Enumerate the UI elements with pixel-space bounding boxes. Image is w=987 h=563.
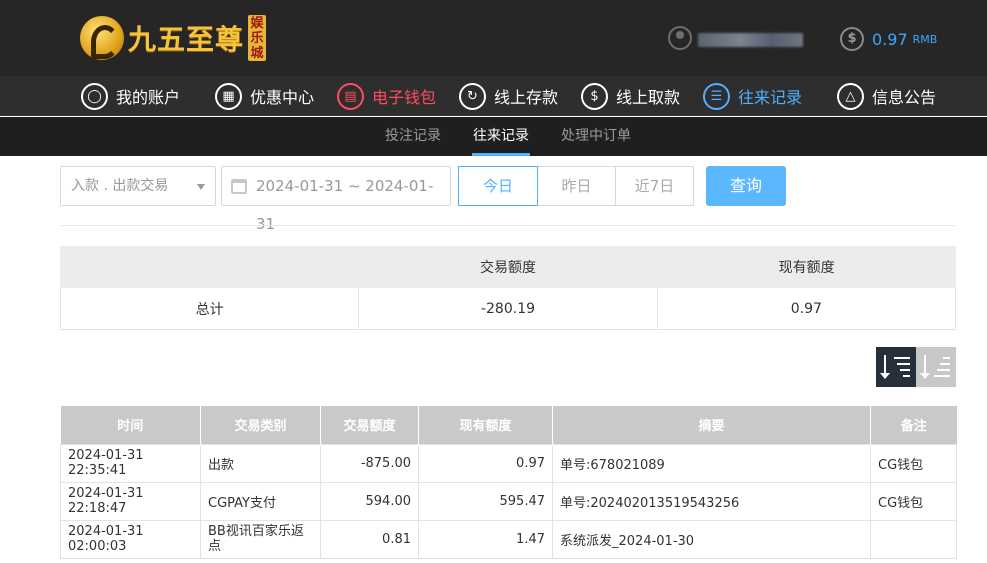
caret-down-icon	[197, 184, 205, 190]
top-header: 九五至尊 娱乐城 $ 0.97 RMB	[0, 0, 987, 76]
cell-type: BB视讯百家乐返点	[200, 519, 321, 559]
cell-amount: 594.00	[320, 481, 419, 521]
summary-total-row: 总计 -280.19 0.97	[60, 288, 956, 330]
sort-ascending-button[interactable]	[916, 347, 956, 387]
user-avatar-icon	[668, 26, 692, 50]
cell-time: 2024-01-31 22:18:47	[60, 481, 201, 521]
cell-balance: 595.47	[418, 481, 553, 521]
username-redacted	[698, 33, 803, 47]
cell-type: 出款	[200, 443, 321, 483]
balance-display: $ 0.97 RMB	[840, 27, 937, 51]
cell-remark	[870, 519, 957, 559]
nav-label: 信息公告	[872, 88, 937, 107]
dollar-coin-icon: $	[840, 27, 864, 51]
user-info[interactable]	[668, 26, 808, 52]
withdraw-icon: $	[581, 82, 608, 110]
cell-remark: CG钱包	[870, 481, 957, 521]
col-amount: 交易额度	[320, 406, 419, 444]
nav-e-wallet[interactable]: ▤ 电子钱包	[337, 81, 436, 111]
summary-header-cell: 交易额度	[480, 260, 536, 276]
cell-summary: 单号:202402013519543256	[552, 481, 871, 521]
range-today-button[interactable]: 今日	[458, 166, 538, 206]
nav-transaction-records[interactable]: ☰ 往来记录	[703, 81, 802, 111]
table-row: 2024-01-31 22:35:41 出款 -875.00 0.97 单号:6…	[60, 443, 957, 483]
brand-badge: 娱乐城	[248, 15, 267, 61]
user-icon: ◯	[81, 82, 108, 110]
nav-promotions[interactable]: ▦ 优惠中心	[215, 81, 314, 111]
sub-nav: 投注记录 往来记录 处理中订单	[0, 117, 987, 156]
sort-descending-button[interactable]	[876, 347, 916, 387]
date-range-picker[interactable]: 2024-01-31 ~ 2024-01-31	[221, 166, 451, 233]
nav-label: 线上存款	[494, 88, 559, 107]
cell-balance: 0.97	[418, 443, 553, 483]
transaction-type-select[interactable]: 入款 . 出款交易	[60, 166, 216, 206]
bell-icon: △	[837, 82, 864, 110]
summary-table: 交易额度 现有额度 总计 -280.19 0.97	[60, 246, 956, 330]
col-type: 交易类别	[200, 406, 321, 444]
brand-logo[interactable]: 九五至尊 娱乐城	[80, 12, 267, 64]
summary-total-label: 总计	[195, 301, 224, 318]
records-table: 时间 交易类别 交易额度 现有额度 摘要 备注 2024-01-31 22:35…	[60, 406, 957, 559]
cell-type: CGPAY支付	[200, 481, 321, 521]
cell-amount: 0.81	[320, 519, 419, 559]
nav-online-deposit[interactable]: ↻ 线上存款	[459, 81, 558, 111]
summary-total-balance: 0.97	[656, 288, 955, 329]
balance-value: 0.97	[872, 29, 908, 49]
brand-name: 九五至尊	[128, 23, 245, 56]
nav-announcements[interactable]: △ 信息公告	[837, 81, 936, 111]
sort-descending-icon	[880, 355, 910, 379]
nav-my-account[interactable]: ◯ 我的账户	[81, 81, 180, 111]
summary-total-amount: -280.19	[358, 288, 656, 329]
section-divider	[60, 225, 956, 226]
range-last-7-days-button[interactable]: 近7日	[615, 166, 694, 206]
quick-range-group: 今日 昨日 近7日	[458, 166, 696, 206]
gift-icon: ▦	[215, 82, 242, 110]
tab-pending-orders[interactable]: 处理中订单	[561, 117, 631, 156]
summary-header-cell: 现有额度	[778, 260, 835, 276]
cell-time: 2024-01-31 22:35:41	[60, 443, 201, 483]
balance-unit: RMB	[912, 32, 938, 46]
col-summary: 摘要	[552, 406, 871, 444]
query-button[interactable]: 查询	[706, 166, 786, 206]
cell-time: 2024-01-31 02:00:03	[60, 519, 201, 559]
nav-label: 电子钱包	[372, 88, 437, 107]
col-time: 时间	[60, 406, 201, 444]
nav-label: 线上取款	[616, 88, 681, 107]
table-row: 2024-01-31 22:18:47 CGPAY支付 594.00 595.4…	[60, 481, 957, 521]
deposit-icon: ↻	[459, 82, 486, 110]
nav-label: 往来记录	[738, 88, 803, 107]
cell-balance: 1.47	[418, 519, 553, 559]
col-remark: 备注	[870, 406, 957, 444]
cell-summary: 单号:678021089	[552, 443, 871, 483]
summary-header-cell	[60, 246, 359, 288]
table-row: 2024-01-31 02:00:03 BB视讯百家乐返点 0.81 1.47 …	[60, 519, 957, 559]
nav-label: 我的账户	[116, 88, 181, 107]
cell-amount: -875.00	[320, 443, 419, 483]
nav-label: 优惠中心	[250, 88, 315, 107]
calendar-icon	[231, 179, 247, 194]
wallet-icon: ▤	[337, 82, 364, 110]
col-balance: 现有额度	[418, 406, 553, 444]
logo-emblem-icon	[80, 16, 124, 60]
sort-ascending-icon	[920, 355, 950, 379]
main-nav: ◯ 我的账户 ▦ 优惠中心 ▤ 电子钱包 ↻ 线上存款 $ 线上取款 ☰ 往来记…	[0, 76, 987, 116]
records-header-row: 时间 交易类别 交易额度 现有额度 摘要 备注	[60, 406, 957, 444]
transaction-type-value: 入款 . 出款交易	[71, 178, 169, 194]
nav-online-withdraw[interactable]: $ 线上取款	[581, 81, 680, 111]
tab-bet-records[interactable]: 投注记录	[385, 117, 441, 156]
summary-header: 交易额度 现有额度	[60, 246, 956, 288]
records-icon: ☰	[703, 82, 730, 110]
range-yesterday-button[interactable]: 昨日	[537, 166, 616, 206]
tab-transaction-records[interactable]: 往来记录	[472, 117, 530, 156]
cell-summary: 系统派发_2024-01-30	[552, 519, 871, 559]
cell-remark: CG钱包	[870, 443, 957, 483]
